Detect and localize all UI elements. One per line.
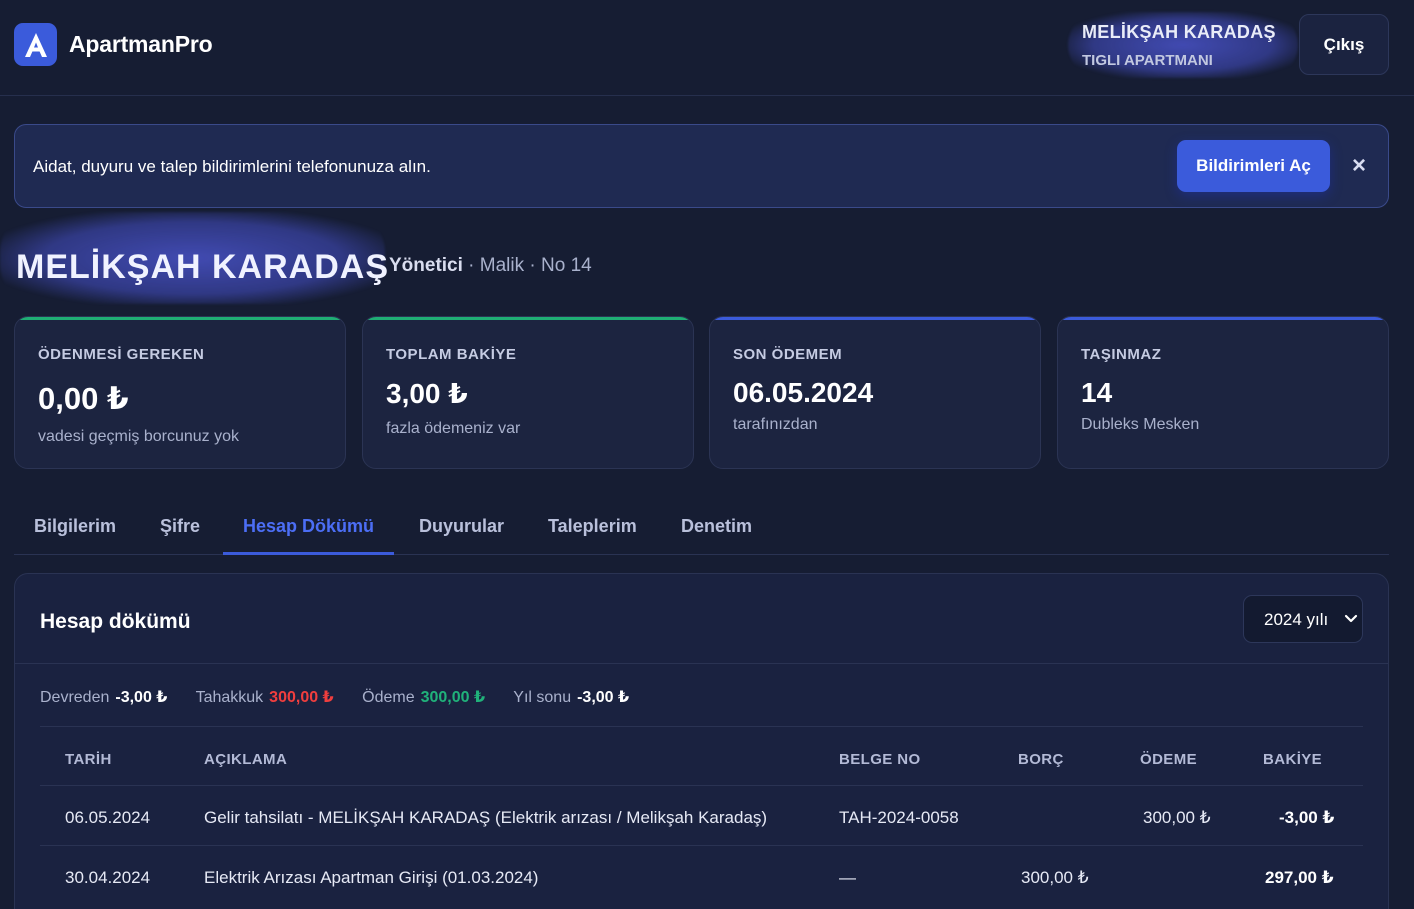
card-label: ÖDENMESİ GEREKEN	[38, 346, 205, 363]
summary-yearend-label: Yıl sonu	[513, 689, 572, 706]
panel-header: Hesap dökümü 2024 yılı	[15, 574, 1388, 664]
logo-letter-a-icon	[24, 32, 47, 57]
year-select-value: 2024 yılı	[1264, 610, 1329, 629]
close-icon[interactable]: ×	[1348, 151, 1370, 181]
summary-carry: Devreden -3,00 ₺	[40, 689, 167, 706]
header-apartment-name: TIGLI APARTMANI	[1082, 52, 1213, 69]
cell-date: 30.04.2024	[65, 868, 151, 887]
summary-payment-value: 300,00 ₺	[420, 689, 486, 706]
account-statement-panel: Hesap dökümü 2024 yılı Devreden -3,00 ₺ T…	[14, 573, 1389, 909]
column-header-debt: BORÇ	[1018, 751, 1064, 768]
tab-bar: Bilgilerim Şifre Hesap Dökümü Duyurular …	[14, 498, 1389, 555]
tab-taleplerim[interactable]: Taleplerim	[548, 516, 637, 537]
user-info: MELİKŞAH KARADAŞ TIGLI APARTMANI	[1068, 12, 1298, 78]
card-value: 06.05.2024	[733, 377, 874, 408]
column-header-payment: ÖDEME	[1140, 751, 1198, 768]
summary-payment-label: Ödeme	[362, 689, 415, 706]
logout-button[interactable]: Çıkış	[1299, 14, 1389, 75]
cell-balance: -3,00 ₺	[1279, 808, 1335, 827]
card-last-payment: SON ÖDEMEM 06.05.2024 tarafınızdan	[709, 316, 1041, 469]
cell-balance: 297,00 ₺	[1265, 868, 1334, 887]
card-total-balance: TOPLAM BAKİYE 3,00 ₺ fazla ödemeniz var	[362, 316, 694, 469]
profile-role: Yönetici	[389, 255, 463, 276]
summary-accrual: Tahakkuk 300,00 ₺	[196, 689, 334, 706]
column-header-balance: BAKİYE	[1263, 751, 1323, 768]
header-user-name: MELİKŞAH KARADAŞ	[1082, 22, 1276, 42]
profile-details: · Malik · No 14	[462, 255, 592, 276]
tab-hesap-dokumu[interactable]: Hesap Dökümü	[243, 516, 374, 537]
summary-carry-value: -3,00 ₺	[115, 689, 168, 706]
enable-notifications-button[interactable]: Bildirimleri Aç	[1177, 140, 1330, 192]
card-subtext: Dubleks Mesken	[1081, 416, 1200, 433]
cell-debt: 300,00 ₺	[1021, 868, 1089, 887]
chevron-down-icon	[1344, 608, 1358, 633]
card-label: SON ÖDEMEM	[733, 346, 843, 363]
card-value: 3,00 ₺	[386, 378, 468, 409]
column-header-date: TARİH	[65, 751, 112, 768]
divider	[40, 726, 1363, 727]
cell-payment: 300,00 ₺	[1143, 808, 1211, 827]
cell-document: TAH-2024-0058	[839, 808, 959, 827]
summary-yearend-value: -3,00 ₺	[577, 689, 630, 706]
top-bar: ApartmanPro MELİKŞAH KARADAŞ TIGLI APART…	[0, 0, 1414, 96]
card-value: 0,00 ₺	[38, 381, 129, 416]
summary-accrual-label: Tahakkuk	[195, 689, 264, 706]
cell-date: 06.05.2024	[65, 808, 151, 827]
profile-name: MELİKŞAH KARADAŞ	[16, 248, 389, 286]
card-value: 14	[1081, 377, 1113, 408]
card-subtext: vadesi geçmiş borcunuz yok	[38, 428, 239, 445]
card-label: TOPLAM BAKİYE	[386, 346, 517, 363]
column-header-description: AÇIKLAMA	[204, 751, 288, 768]
card-subtext: tarafınızdan	[733, 416, 818, 433]
summary-payment: Ödeme 300,00 ₺	[362, 689, 485, 706]
tab-sifre[interactable]: Şifre	[160, 516, 200, 537]
statement-summary: Devreden -3,00 ₺ Tahakkuk 300,00 ₺ Ödeme 30…	[40, 687, 653, 707]
cell-description: Gelir tahsilatı - MELİKŞAH KARADAŞ (Elek…	[204, 808, 768, 827]
divider	[40, 845, 1363, 846]
summary-carry-label: Devreden	[40, 689, 110, 706]
tab-bilgilerim[interactable]: Bilgilerim	[34, 516, 116, 537]
panel-title: Hesap dökümü	[40, 610, 191, 633]
cell-description: Elektrik Arızası Apartman Girişi (01.03.…	[204, 868, 539, 887]
notification-banner: Aidat, duyuru ve talep bildirimlerini te…	[14, 124, 1389, 208]
card-property: TAŞINMAZ 14 Dubleks Mesken	[1057, 316, 1389, 469]
active-tab-indicator	[223, 552, 394, 555]
tab-duyurular[interactable]: Duyurular	[419, 516, 504, 537]
year-select[interactable]: 2024 yılı	[1243, 595, 1363, 643]
app-logo-icon[interactable]	[14, 23, 57, 66]
cell-document: —	[839, 868, 856, 887]
summary-yearend: Yıl sonu -3,00 ₺	[513, 689, 629, 706]
summary-accrual-value: 300,00 ₺	[269, 689, 334, 706]
card-label: TAŞINMAZ	[1081, 346, 1162, 363]
tab-denetim[interactable]: Denetim	[681, 516, 752, 537]
card-subtext: fazla ödemeniz var	[386, 420, 521, 437]
brand-name[interactable]: ApartmanPro	[69, 31, 213, 58]
banner-text: Aidat, duyuru ve talep bildirimlerini te…	[33, 157, 431, 176]
profile-meta: Yönetici · Malik · No 14	[389, 255, 592, 277]
divider	[40, 785, 1363, 786]
column-header-document: BELGE NO	[839, 751, 921, 768]
card-amount-due: ÖDENMESİ GEREKEN 0,00 ₺ vadesi geçmiş bo…	[14, 316, 346, 469]
